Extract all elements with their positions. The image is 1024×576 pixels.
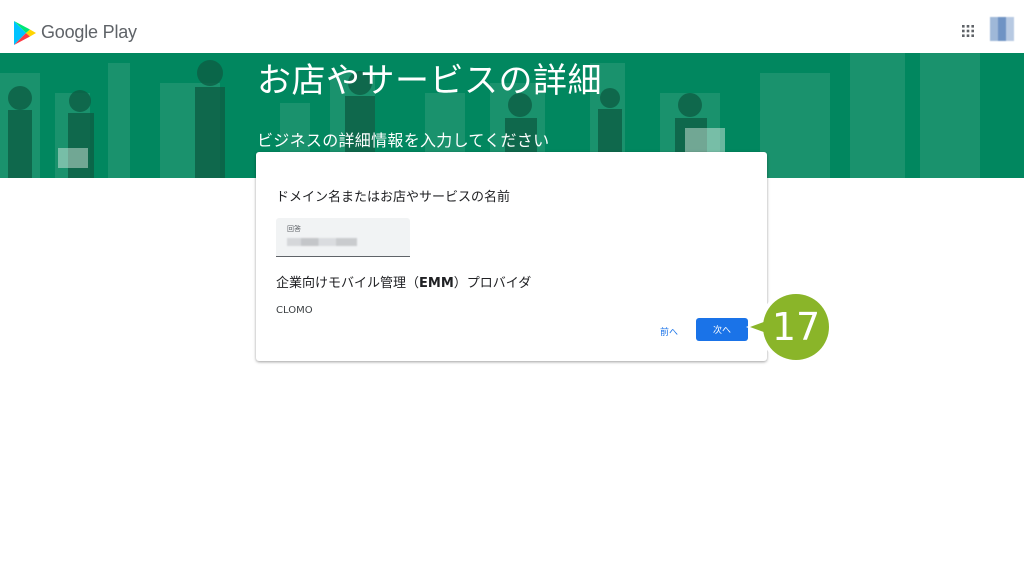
emm-provider-answer: CLOMO (276, 305, 313, 316)
business-details-card: ドメイン名またはお店やサービスの名前 回答 企業向けモバイル管理（EMM）プロバ… (256, 152, 767, 361)
emm-provider-question-label: 企業向けモバイル管理（EMM）プロバイダ (276, 276, 532, 291)
domain-answer-input[interactable] (287, 238, 357, 246)
page-title: お店やサービスの詳細 (257, 61, 602, 101)
account-avatar[interactable] (990, 17, 1014, 41)
domain-question-label: ドメイン名またはお店やサービスの名前 (276, 190, 511, 205)
google-play-logo-icon[interactable] (13, 20, 37, 46)
step-number-callout: 17 (746, 293, 833, 364)
domain-answer-field[interactable]: 回答 (276, 218, 410, 257)
previous-button[interactable]: 前へ (660, 323, 678, 339)
brand-name[interactable]: Google Play (41, 22, 137, 43)
page-subtitle: ビジネスの詳細情報を入力してください (257, 131, 550, 150)
step-number: 17 (772, 305, 820, 349)
top-bar: Google Play (0, 0, 1024, 53)
apps-grid-icon[interactable] (962, 25, 974, 37)
answer-field-label: 回答 (287, 225, 301, 233)
